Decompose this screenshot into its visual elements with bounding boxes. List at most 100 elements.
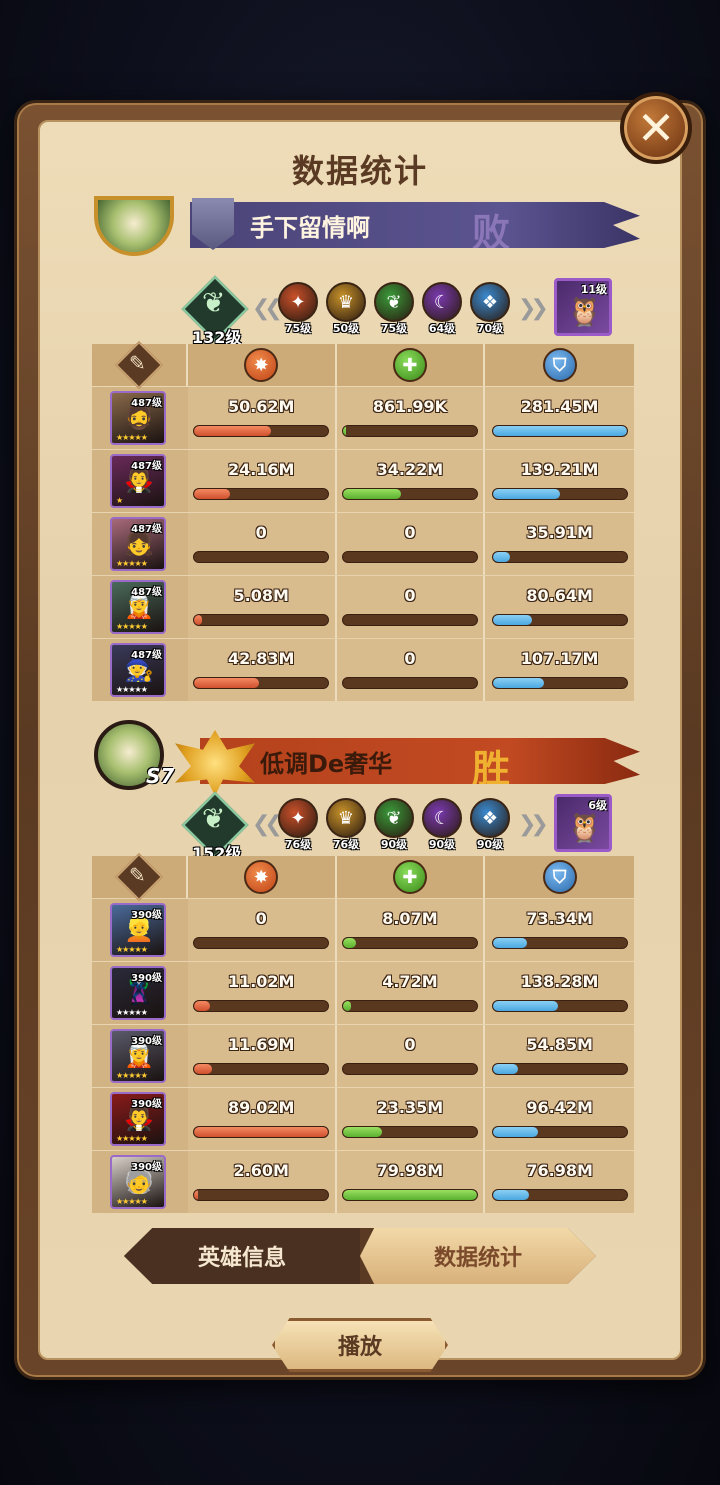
damage-bar <box>193 937 330 949</box>
hero-level: 487级 <box>131 524 162 535</box>
defense-cell: 80.64M <box>485 576 634 638</box>
close-icon: ✕ <box>636 101 676 155</box>
hero-cell: 🧝 487级 ★★★★★ <box>92 576 188 638</box>
hero-stars: ★★★★★ <box>116 945 148 954</box>
heal-cell: 4.72M <box>336 962 486 1024</box>
heal-bar <box>341 488 478 500</box>
defense-bar <box>491 1189 628 1201</box>
damage-cell: 5.08M <box>187 576 337 638</box>
damage-cell: 24.16M <box>187 450 337 512</box>
hero-portrait[interactable]: 🧓 390级 ★★★★★ <box>110 1155 166 1209</box>
damage-cell: 42.83M <box>187 639 337 701</box>
defense-bar-fill <box>492 1127 539 1137</box>
pet-face-icon: 🦉 <box>567 811 602 844</box>
tab-hero-info[interactable]: 英雄信息 <box>124 1228 360 1284</box>
hero-portrait[interactable]: 🧝 390级 ★★★★★ <box>110 1029 166 1083</box>
damage-value: 2.60M <box>233 1161 289 1180</box>
defense-bar <box>491 488 628 500</box>
heal-value: 23.35M <box>376 1098 444 1117</box>
faction-badge-icon: ❦ <box>374 282 414 322</box>
heal-bar <box>341 1063 478 1075</box>
damage-cell: 2.60M <box>187 1151 337 1213</box>
team1-stats-table: ✎ ✸ ✚ ⛉ 🧔 487级 ★★★★★ 50.62M 861.99K 281.45M 🧛 487级 ★… <box>92 340 634 701</box>
team2-faction-row: ❦ 152级 ❮❮ ✦ 76级 ♛ 76级 ❦ 90级 ☾ 90级 ❖ 90级 ❯❯ 🦉 6级 <box>181 791 616 863</box>
hero-level: 487级 <box>131 650 162 661</box>
heal-bar <box>341 551 478 563</box>
defense-bar-fill <box>492 552 511 562</box>
defense-bar-fill <box>492 426 627 436</box>
scroll-header: ✎ <box>92 852 188 902</box>
faction-badge-icon: ✦ <box>278 282 318 322</box>
faction-badge-icon: ❦ <box>374 798 414 838</box>
heal-cell: 0 <box>336 639 486 701</box>
defense-cell: 73.34M <box>485 899 634 961</box>
scroll-header: ✎ <box>92 340 188 390</box>
damage-value: 24.16M <box>227 460 295 479</box>
chevron-left-icon: ❮❮ <box>252 812 283 837</box>
defense-cell: 107.17M <box>485 639 634 701</box>
tab-bar: 英雄信息 数据统计 <box>124 1228 596 1284</box>
hero-level: 390级 <box>131 910 162 921</box>
heal-bar-fill <box>342 1001 351 1011</box>
heal-value: 0 <box>404 523 416 542</box>
defense-bar <box>491 1000 628 1012</box>
hero-cell: 🧛 390级 ★★★★★ <box>92 1088 188 1150</box>
hero-cell: 🧛 487级 ★ <box>92 450 188 512</box>
faction-badge-icon: ❖ <box>470 282 510 322</box>
play-button[interactable]: 播放 <box>272 1318 448 1372</box>
hero-cell: 🧙 487级 ★★★★★ <box>92 639 188 701</box>
hero-stars: ★ <box>116 496 123 505</box>
pet-level: 6级 <box>588 799 607 812</box>
defense-value: 35.91M <box>526 523 593 542</box>
hero-stars: ★★★★★ <box>116 433 148 442</box>
defense-value: 80.64M <box>526 586 593 605</box>
heal-bar <box>341 1126 478 1138</box>
hero-portrait[interactable]: 👱 390级 ★★★★★ <box>110 903 166 957</box>
damage-bar <box>193 425 330 437</box>
hero-portrait[interactable]: 🧔 487级 ★★★★★ <box>110 391 166 445</box>
table-row: 🧔 487级 ★★★★★ 50.62M 861.99K 281.45M <box>92 387 634 449</box>
table-row: 🧓 390级 ★★★★★ 2.60M 79.98M 76.98M <box>92 1151 634 1213</box>
defense-cell: 76.98M <box>485 1151 634 1213</box>
hero-cell: 🧔 487级 ★★★★★ <box>92 387 188 449</box>
heal-value: 8.07M <box>382 909 438 928</box>
damage-bar <box>193 488 330 500</box>
damage-icon: ✸ <box>244 348 279 382</box>
heal-cell: 79.98M <box>336 1151 486 1213</box>
hero-portrait[interactable]: 👧 487级 ★★★★★ <box>110 517 166 571</box>
hero-portrait[interactable]: 🧝 487级 ★★★★★ <box>110 580 166 634</box>
hero-cell: 👧 487级 ★★★★★ <box>92 513 188 575</box>
chevron-right-icon: ❯❯ <box>518 812 549 837</box>
hero-level: 390级 <box>131 1099 162 1110</box>
hero-portrait[interactable]: 🧙 487级 ★★★★★ <box>110 643 166 697</box>
hero-portrait[interactable]: 🧛 390级 ★★★★★ <box>110 1092 166 1146</box>
table-row: 👱 390级 ★★★★★ 0 8.07M 73.34M <box>92 899 634 961</box>
table-row: 🧝 487级 ★★★★★ 5.08M 0 80.64M <box>92 576 634 638</box>
hero-portrait[interactable]: 🧛 487级 ★ <box>110 454 166 508</box>
heal-cell: 0 <box>336 576 486 638</box>
pet-portrait[interactable]: 🦉 6级 <box>554 794 612 852</box>
defense-cell: 54.85M <box>485 1025 634 1087</box>
damage-bar <box>193 551 330 563</box>
hero-portrait[interactable]: 🦹 390级 ★★★★★ <box>110 966 166 1020</box>
defense-value: 138.28M <box>520 972 599 991</box>
tab-stats[interactable]: 数据统计 <box>360 1228 596 1284</box>
faction-level: 75级 <box>284 322 312 335</box>
defense-cell: 139.21M <box>485 450 634 512</box>
hero-level: 487级 <box>131 461 162 472</box>
heal-value: 0 <box>404 1035 416 1054</box>
damage-bar-fill <box>194 615 203 625</box>
close-button[interactable]: ✕ <box>620 92 692 164</box>
faction-level: 90级 <box>380 838 408 851</box>
defense-value: 107.17M <box>520 649 599 668</box>
hero-stars: ★★★★★ <box>116 559 148 568</box>
defense-value: 139.21M <box>520 460 599 479</box>
hero-level: 390级 <box>131 1036 162 1047</box>
pet-portrait[interactable]: 🦉 11级 <box>554 278 612 336</box>
page-title: 数据统计 <box>291 152 428 190</box>
hero-cell: 👱 390级 ★★★★★ <box>92 899 188 961</box>
chevron-left-icon: ❮❮ <box>252 296 283 321</box>
faction-level: 70级 <box>476 322 504 335</box>
stats-header: ✎ ✸ ✚ ⛉ <box>92 852 634 902</box>
defense-bar <box>491 1126 628 1138</box>
